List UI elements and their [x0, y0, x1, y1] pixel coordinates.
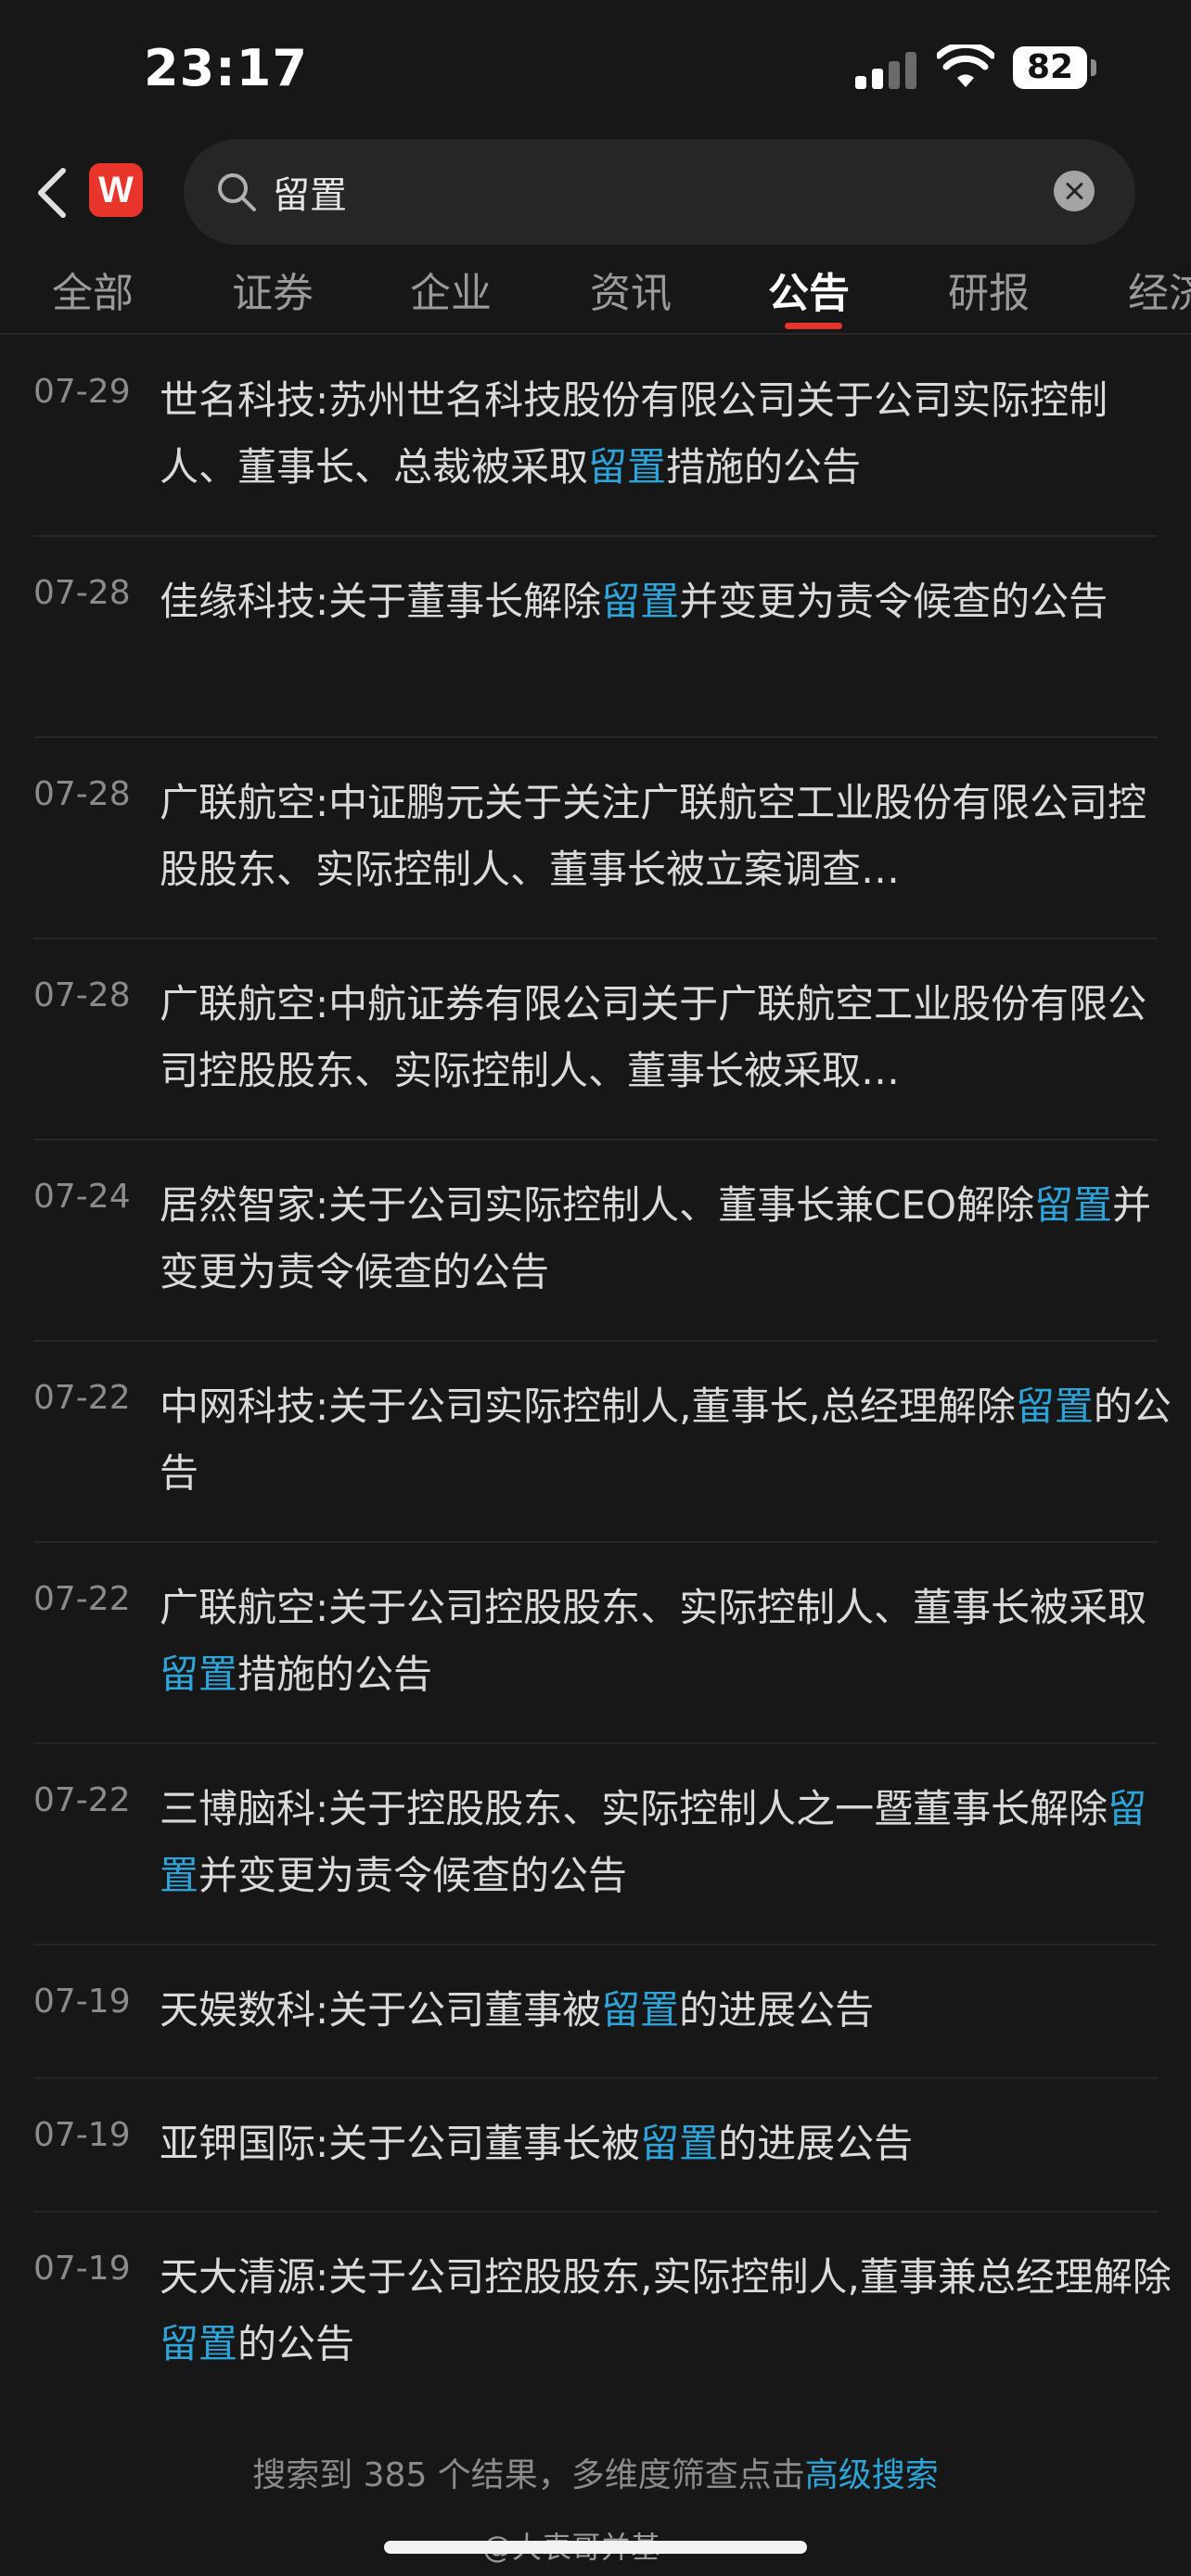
search-header: W 留置 [0, 139, 1191, 250]
item-date: 07-28 [33, 976, 131, 1014]
item-title: 天娱数科:关于公司董事被留置的进展公告 [160, 1987, 875, 2033]
item-date: 07-22 [33, 1580, 131, 1618]
battery-cap [1091, 59, 1096, 76]
item-title: 中网科技:关于公司实际控制人,董事长,总经理解除留置的公告 [160, 1384, 1172, 1496]
item-title: 三博脑科:关于控股股东、实际控制人之一暨董事长解除留置并变更为责令候查的公告 [160, 1786, 1147, 1898]
item-date: 07-28 [33, 574, 131, 612]
app-logo: W [89, 163, 143, 217]
advanced-search-link[interactable]: 高级搜索 [805, 2456, 939, 2494]
clear-icon[interactable] [1054, 171, 1095, 211]
back-icon[interactable] [30, 163, 76, 223]
tab-all[interactable]: 全部 [52, 260, 134, 319]
item-date: 07-22 [33, 1781, 131, 1819]
item-date: 07-19 [33, 2116, 131, 2154]
item-date: 07-29 [33, 373, 131, 411]
wifi-icon [937, 45, 994, 87]
list-item[interactable]: 07-28 佳缘科技:关于董事长解除留置并变更为责令候查的公告 [33, 537, 1158, 738]
item-date: 07-19 [33, 2250, 131, 2288]
item-title: 居然智家:关于公司实际控制人、董事长兼CEO解除留置并变更为责令候查的公告 [160, 1182, 1152, 1294]
results-count-text: 搜索到 385 个结果，多维度筛查点击 [252, 2456, 805, 2494]
item-date: 07-28 [33, 775, 131, 813]
results-summary: 搜索到 385 个结果，多维度筛查点击高级搜索 [0, 2448, 1191, 2496]
list-item[interactable]: 07-19 亚钾国际:关于公司董事长被留置的进展公告 [33, 2079, 1158, 2213]
list-item[interactable]: 07-22 三博脑科:关于控股股东、实际控制人之一暨董事长解除留置并变更为责令候… [33, 1744, 1158, 1945]
category-tabs: 全部 证券 企业 资讯 公告 研报 经济 [0, 260, 1191, 334]
list-item[interactable]: 07-22 中网科技:关于公司实际控制人,董事长,总经理解除留置的公告 [33, 1342, 1172, 1543]
tab-economy[interactable]: 经济 [1128, 260, 1191, 319]
tab-announcements[interactable]: 公告 [768, 260, 850, 319]
item-date: 07-22 [33, 1379, 131, 1417]
item-title: 亚钾国际:关于公司董事长被留置的进展公告 [160, 2121, 914, 2166]
item-title: 天大清源:关于公司控股股东,实际控制人,董事兼总经理解除留置的公告 [160, 2254, 1172, 2366]
tab-securities[interactable]: 证券 [232, 260, 314, 319]
list-item[interactable]: 07-28 广联航空:中证鹏元关于关注广联航空工业股份有限公司控股股东、实际控制… [33, 738, 1158, 939]
status-time: 23:17 [144, 39, 308, 97]
home-indicator[interactable] [384, 2541, 807, 2554]
tab-companies[interactable]: 企业 [410, 260, 492, 319]
item-title: 世名科技:苏州世名科技股份有限公司关于公司实际控制人、董事长、总裁被采取留置措施… [160, 377, 1108, 490]
cellular-signal-icon [855, 52, 918, 89]
active-tab-indicator [785, 323, 842, 329]
search-query: 留置 [273, 174, 347, 217]
search-input[interactable]: 留置 [184, 139, 1135, 245]
tab-research[interactable]: 研报 [948, 260, 1030, 319]
tab-news[interactable]: 资讯 [590, 260, 672, 319]
battery-icon: 82 [1013, 46, 1087, 89]
item-date: 07-24 [33, 1178, 131, 1216]
item-title: 广联航空:中航证券有限公司关于广联航空工业股份有限公司控股股东、实际控制人、董事… [160, 981, 1147, 1093]
item-title: 佳缘科技:关于董事长解除留置并变更为责令候查的公告 [160, 579, 1108, 624]
list-item[interactable]: 07-22 广联航空:关于公司控股股东、实际控制人、董事长被采取留置措施的公告 [33, 1543, 1158, 1744]
item-date: 07-19 [33, 1983, 131, 2021]
list-item[interactable]: 07-19 天大清源:关于公司控股股东,实际控制人,董事兼总经理解除留置的公告 [33, 2213, 1172, 2412]
list-item[interactable]: 07-24 居然智家:关于公司实际控制人、董事长兼CEO解除留置并变更为责令候查… [33, 1141, 1158, 1342]
list-item[interactable]: 07-19 天娱数科:关于公司董事被留置的进展公告 [33, 1945, 1158, 2079]
item-title: 广联航空:关于公司控股股东、实际控制人、董事长被采取留置措施的公告 [160, 1585, 1147, 1697]
list-item[interactable]: 07-28 广联航空:中航证券有限公司关于广联航空工业股份有限公司控股股东、实际… [33, 939, 1158, 1141]
status-bar: 23:17 82 [0, 0, 1191, 139]
item-title: 广联航空:中证鹏元关于关注广联航空工业股份有限公司控股股东、实际控制人、董事长被… [160, 780, 1147, 892]
tabs-divider [0, 333, 1191, 335]
list-item[interactable]: 07-29 世名科技:苏州世名科技股份有限公司关于公司实际控制人、董事长、总裁被… [33, 336, 1158, 537]
search-icon [218, 173, 256, 211]
results-list: 07-29 世名科技:苏州世名科技股份有限公司关于公司实际控制人、董事长、总裁被… [0, 336, 1191, 2412]
